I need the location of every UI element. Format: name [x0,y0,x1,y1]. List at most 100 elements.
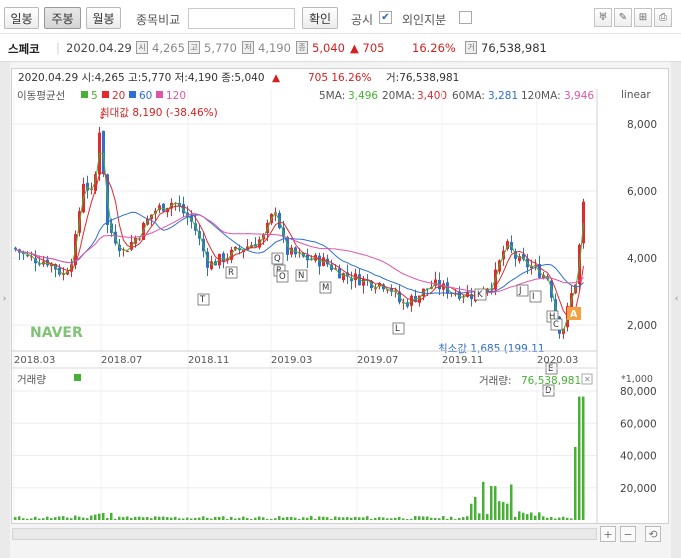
volume-bar [246,518,249,520]
volume-bar [538,512,541,520]
max-label: 최대값 8,190 (-38.46%) [100,107,218,119]
volume-bar [414,516,417,520]
volume-bar [26,518,29,520]
draw-icon[interactable]: ✎ [614,8,632,27]
volume-bar [550,517,553,520]
volume-close-glyph: ✕ [584,375,591,384]
volume-grid [12,390,597,489]
volume-bar [506,503,509,520]
chart-plot[interactable]: 2020.04.29 시:4,265 고:5,770 저:4,190 종:5,0… [11,68,669,524]
volume-bar [398,516,401,520]
notice-checkbox[interactable]: ✔ [379,11,392,24]
confirm-button[interactable]: 확인 [302,7,338,29]
volume-bar [430,517,433,520]
foreign-checkbox[interactable] [459,11,472,24]
chart-svg[interactable]: 2020.04.29 시:4,265 고:5,770 저:4,190 종:5,0… [12,69,668,523]
volume-bar [558,517,561,520]
scale-toggle[interactable]: linear [621,89,651,101]
volume-bar [526,514,529,520]
price-tick-label: 4,000 [627,253,657,265]
candle-body [26,255,29,257]
volume-bar [78,516,81,520]
monthly-button[interactable]: 월봉 [86,7,121,29]
volume-bar [198,517,201,520]
compare-input[interactable] [188,8,295,29]
volume-bar [130,517,133,520]
volume-bar [338,517,341,520]
volume-bar [50,518,53,520]
volume-bar [554,518,557,520]
x-tick-label: 2018.07 [101,355,142,366]
volume-bar [330,518,333,520]
weekly-button[interactable]: 주봉 [44,7,81,29]
volume-bar [410,518,413,520]
chart-bottom-bar: + − ⟲ [0,524,681,558]
volume-unit: *1,000 [621,374,653,385]
volume-bar [90,515,93,520]
volume-title: 거래량 [17,374,46,386]
x-axis: 2018.03 2018.07 2018.11 2019.03 2019.07 2019.… [14,355,578,366]
volume-bar [490,485,493,520]
volume-bar [274,518,277,520]
ma20-swatch [102,91,109,98]
volume-bar [18,516,21,520]
volume-bar [318,516,321,520]
volume-bar [242,516,245,520]
ma60-value-label: 60MA: [452,90,485,102]
chart-header-volume: 거:76,538,981 [386,72,459,84]
volume-bar [146,517,149,520]
volume-bar [158,516,161,520]
volume-tick-label: 80,000 [620,386,657,398]
volume-bar [102,512,105,520]
zoom-in-button[interactable]: + [600,526,616,542]
chart-container: › ‹ 2020.04.29 시:4,265 고:5,770 저:4,190 종… [0,62,681,558]
indicator-icon[interactable]: ♅ [594,8,612,27]
volume-bar [466,516,469,520]
event-marker-label: C [553,320,559,330]
volume-bar [374,518,377,520]
volume-bar [266,519,269,520]
print-icon[interactable]: ⎙ [654,8,672,27]
ma60-value: 3,281 [488,90,518,102]
volume-bar [294,517,297,520]
volume-bar [202,516,205,520]
volume-bar [254,517,257,520]
candle-body [162,203,165,212]
volume-bar [30,518,33,520]
right-scroll-rail[interactable]: ‹ [671,62,681,558]
volume-tick-label: 20,000 [620,483,657,495]
zoom-out-button[interactable]: − [620,526,636,542]
left-arrow-icon[interactable]: › [0,288,9,310]
reset-button[interactable]: ⟲ [645,526,661,542]
volume-bar [366,516,369,520]
volume-bar [450,516,453,520]
volume-bar [122,517,125,520]
volume-bar [518,511,521,520]
ma5-value-label: 5MA: [319,90,345,102]
volume-bar [570,518,573,520]
x-tick-label: 2018.11 [188,355,229,366]
horizontal-scrollbar[interactable] [12,528,597,540]
chart-header-change: 705 16.26% [308,72,371,84]
event-marker-label: O [279,272,286,282]
daily-button[interactable]: 일봉 [4,7,39,29]
volume-bar [298,518,301,520]
ma60-legend: 60 [139,90,152,102]
left-scroll-rail[interactable]: › [0,62,10,558]
info-high: 5,770 [204,41,237,55]
crosshair-icon[interactable]: ⊞ [634,8,652,27]
chart-header-arrow: ▲ [272,72,281,84]
volume-bar [54,517,57,520]
right-arrow-icon[interactable]: ‹ [672,288,681,310]
price-tick-label: 8,000 [627,119,657,131]
volume-bar [418,516,421,520]
volume-bar [370,518,373,520]
volume-bar [566,517,569,520]
info-low: 4,190 [258,41,291,55]
volume-bar [210,518,213,520]
candle-body [14,247,17,250]
volume-bar [362,517,365,520]
notice-label: 공시 [351,13,374,27]
volume-bar [458,517,461,520]
volume-bar [154,516,157,520]
